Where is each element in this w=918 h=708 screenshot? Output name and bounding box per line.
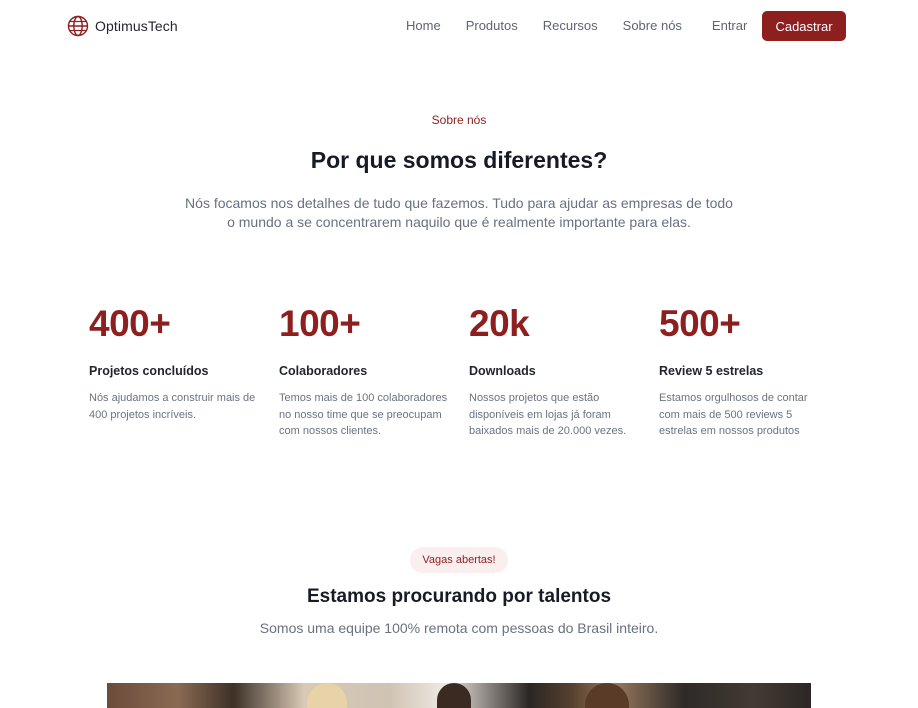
stat-title: Downloads	[469, 364, 536, 378]
nav-link-sobre-nos[interactable]: Sobre nós	[623, 18, 682, 33]
stats-grid: 400+ Projetos concluídos Nós ajudamos a …	[89, 300, 849, 440]
team-photo	[107, 683, 811, 708]
stat-value: 500+	[659, 303, 741, 344]
careers-title: Estamos procurando por talentos	[306, 586, 612, 607]
stat-title: Projetos concluídos	[89, 364, 209, 378]
stat-value: 20k	[469, 303, 530, 344]
stat-item: 500+ Review 5 estrelas Estamos orgulhoso…	[659, 300, 849, 440]
globe-icon	[67, 15, 89, 37]
stat-item: 400+ Projetos concluídos Nós ajudamos a …	[89, 300, 279, 440]
stat-title: Review 5 estrelas	[659, 364, 764, 378]
stat-description: Nós ajudamos a construir mais de 400 pro…	[89, 392, 256, 421]
section-eyebrow: Sobre nós	[431, 113, 487, 127]
stat-value: 100+	[279, 303, 361, 344]
brand-name: OptimusTech	[95, 18, 178, 34]
nav-link-recursos[interactable]: Recursos	[543, 18, 598, 33]
section-title: Por que somos diferentes?	[310, 147, 608, 173]
open-positions-badge: Vagas abertas!	[410, 547, 508, 573]
nav-link-home[interactable]: Home	[406, 18, 441, 33]
top-navbar: OptimusTech Home Produtos Recursos Sobre…	[0, 0, 918, 54]
brand-logo[interactable]: OptimusTech	[67, 15, 178, 37]
stat-description: Estamos orgulhosos de contar com mais de…	[659, 392, 808, 437]
careers-subtitle: Somos uma equipe 100% remota com pessoas…	[259, 620, 659, 636]
stat-item: 100+ Colaboradores Temos mais de 100 col…	[279, 300, 469, 440]
nav-links: Home Produtos Recursos Sobre nós Entrar	[406, 18, 772, 33]
signup-button[interactable]: Cadastrar	[762, 11, 846, 41]
stat-description: Temos mais de 100 colaboradores no nosso…	[279, 392, 448, 437]
nav-link-produtos[interactable]: Produtos	[466, 18, 518, 33]
stat-description: Nossos projetos que estão disponíveis em…	[469, 392, 627, 437]
section-lead: Nós focamos nos detalhes de tudo que faz…	[185, 195, 733, 230]
stat-item: 20k Downloads Nossos projetos que estão …	[469, 300, 659, 440]
stat-value: 400+	[89, 303, 171, 344]
stat-title: Colaboradores	[279, 364, 368, 378]
nav-link-entrar[interactable]: Entrar	[712, 18, 747, 33]
